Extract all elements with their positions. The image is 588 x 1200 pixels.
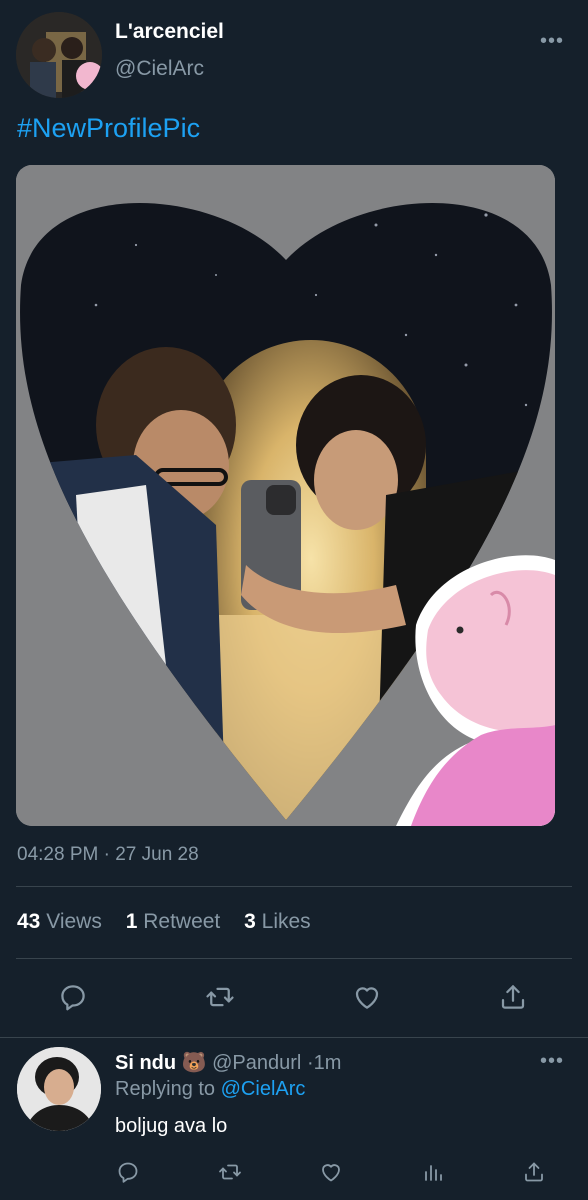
retweet-icon[interactable] xyxy=(202,979,238,1015)
replying-prefix: Replying to xyxy=(115,1078,216,1100)
retweets-stat[interactable]: 1 Retweet xyxy=(126,910,221,933)
divider xyxy=(16,958,572,959)
tweet-hashtag-link[interactable]: #NewProfilePic xyxy=(17,113,200,144)
likes-stat[interactable]: 3 Likes xyxy=(244,910,311,933)
reply-author-avatar[interactable] xyxy=(17,1047,101,1131)
author-name[interactable]: L'arcenciel xyxy=(115,20,224,44)
views-stat[interactable]: 43 Views xyxy=(17,910,102,933)
reply-icon[interactable] xyxy=(113,1157,143,1187)
more-options-icon[interactable]: ••• xyxy=(540,31,564,51)
share-icon[interactable] xyxy=(519,1157,549,1187)
reply-time: 1m xyxy=(313,1052,342,1074)
like-icon[interactable] xyxy=(349,979,385,1015)
views-label: Views xyxy=(46,910,102,933)
retweets-label: Retweet xyxy=(143,910,221,933)
more-options-icon[interactable]: ••• xyxy=(540,1051,564,1071)
replying-to: Replying to @CielArc xyxy=(115,1078,305,1101)
divider xyxy=(16,886,572,887)
views-icon[interactable] xyxy=(418,1157,448,1187)
author-handle[interactable]: @CielArc xyxy=(115,57,204,81)
likes-label: Likes xyxy=(261,910,311,933)
share-icon[interactable] xyxy=(495,979,531,1015)
retweets-count: 1 xyxy=(125,910,138,933)
reply-author-handle[interactable]: @Pandurl xyxy=(212,1052,301,1074)
tweet-photo[interactable] xyxy=(16,165,555,826)
tweet-stats: 43 Views 1 Retweet 3 Likes xyxy=(17,910,329,934)
reply-time-separator: · xyxy=(306,1052,314,1074)
tweet-timestamp: 04:28 PM · 27 Jun 28 xyxy=(17,844,199,865)
divider xyxy=(0,1037,588,1038)
tweet-detail-page: L'arcenciel @CielArc ••• #NewProfilePic xyxy=(0,0,588,1200)
reply-icon[interactable] xyxy=(55,979,91,1015)
replying-to-mention[interactable]: @CielArc xyxy=(221,1078,306,1100)
views-count: 43 xyxy=(17,910,41,933)
reply-author-name[interactable]: Si ndu 🐻 xyxy=(115,1052,207,1074)
reply-header: Si ndu 🐻 @Pandurl ·1m xyxy=(115,1050,341,1075)
reply-text: boljug ava lo xyxy=(115,1115,228,1137)
retweet-icon[interactable] xyxy=(215,1157,245,1187)
likes-count: 3 xyxy=(244,910,256,933)
author-avatar[interactable] xyxy=(16,12,102,98)
like-icon[interactable] xyxy=(316,1157,346,1187)
